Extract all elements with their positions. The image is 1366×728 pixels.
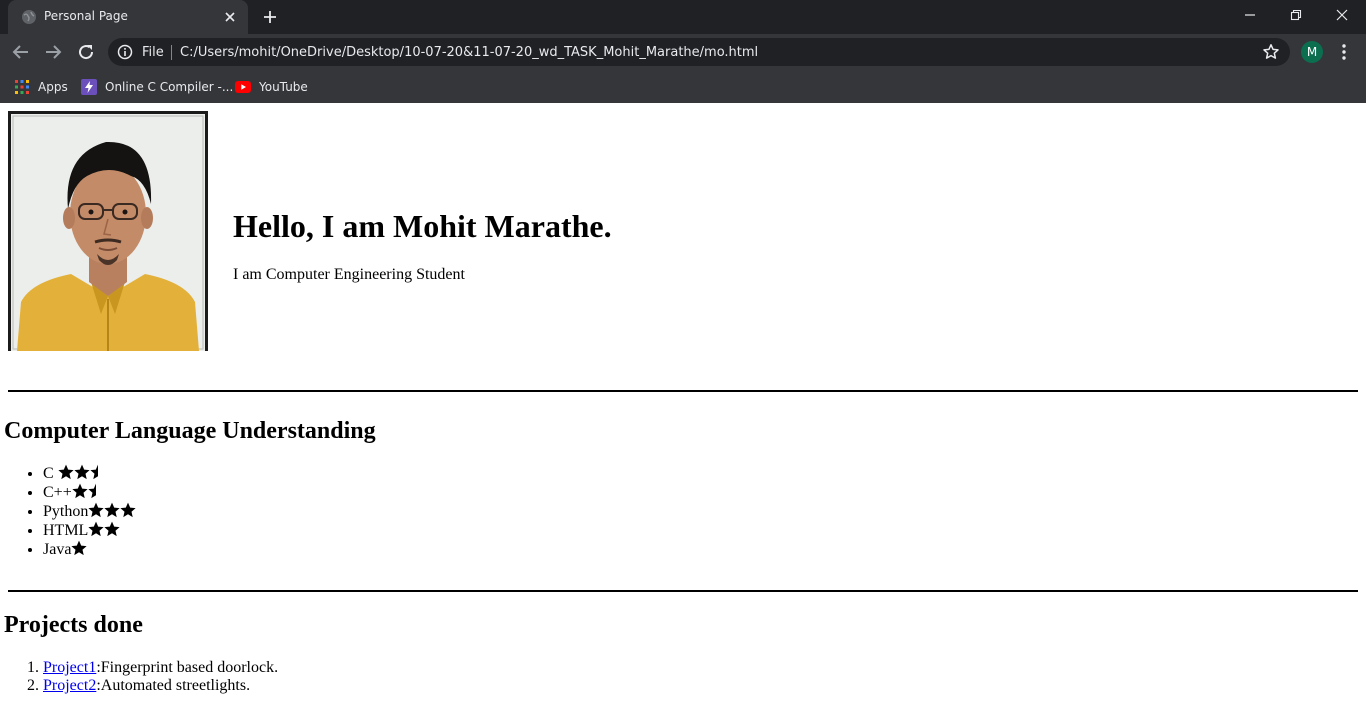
project-item: Project2:Automated streetlights. [43, 677, 278, 695]
compiler-bolt-icon [81, 79, 97, 95]
project-link[interactable]: Project2 [43, 677, 96, 694]
profile-photo [8, 111, 208, 351]
star-icon [88, 502, 104, 518]
bookmark-label: YouTube [259, 80, 308, 94]
projects-heading: Projects done [4, 612, 143, 638]
language-name: HTML [43, 522, 89, 539]
browser-tab[interactable]: Personal Page [8, 0, 248, 34]
bookmark-youtube[interactable]: YouTube [235, 76, 308, 98]
language-item: Java [43, 540, 136, 559]
projects-list: Project1:Fingerprint based doorlock.Proj… [43, 659, 278, 695]
star-icon [72, 483, 88, 499]
tab-title: Personal Page [44, 9, 128, 23]
language-name: Java [43, 541, 72, 558]
kebab-menu-icon[interactable] [1334, 41, 1354, 63]
star-icon [71, 540, 88, 556]
omnibox-divider [171, 45, 172, 60]
star-rating [58, 464, 106, 480]
star-icon [104, 502, 120, 518]
reload-icon[interactable] [73, 40, 99, 64]
profile-avatar[interactable]: M [1301, 41, 1323, 63]
language-item: HTML [43, 521, 136, 540]
forward-arrow-icon[interactable] [40, 40, 66, 64]
star-rating [71, 540, 88, 556]
new-tab-plus-icon[interactable] [258, 6, 282, 28]
bookmark-apps[interactable]: Apps [14, 76, 68, 98]
bookmark-label: Apps [38, 80, 68, 94]
star-rating [88, 521, 120, 537]
language-item: Python [43, 502, 136, 521]
section-divider [8, 390, 1358, 392]
hero-title: Hello, I am Mohit Marathe. [233, 208, 612, 244]
close-window-icon[interactable] [1319, 0, 1365, 30]
page-viewport: Hello, I am Mohit Marathe. I am Computer… [0, 103, 1366, 728]
section-divider [8, 590, 1358, 592]
tab-strip: Personal Page [0, 0, 1366, 34]
language-name: C++ [43, 484, 72, 501]
languages-heading: Computer Language Understanding [4, 418, 376, 444]
star-rating [72, 483, 104, 499]
star-icon [58, 464, 74, 480]
project-description: :Automated streetlights. [96, 677, 251, 694]
language-item: C [43, 464, 136, 483]
url-text[interactable]: C:/Users/mohit/OneDrive/Desktop/10-07-20… [180, 45, 758, 60]
apps-grid-icon [14, 79, 30, 95]
hero-subtitle: I am Computer Engineering Student [233, 266, 465, 283]
bookmark-label: Online C Compiler -... [105, 80, 234, 94]
url-scheme-label: File [142, 45, 164, 60]
star-icon [104, 521, 120, 537]
language-name: C [43, 465, 58, 482]
youtube-icon [235, 79, 251, 95]
half-star-icon [90, 464, 98, 480]
project-item: Project1:Fingerprint based doorlock. [43, 659, 278, 677]
star-icon [74, 464, 90, 480]
bookmarks-bar: Apps Online C Compiler -... YouTube [0, 71, 1366, 103]
browser-toolbar: File C:/Users/mohit/OneDrive/Desktop/10-… [0, 34, 1366, 71]
half-star-icon [88, 483, 96, 499]
globe-icon [22, 10, 36, 24]
bookmark-online-c-compiler[interactable]: Online C Compiler -... [81, 76, 233, 98]
project-link[interactable]: Project1 [43, 659, 96, 676]
site-info-icon[interactable] [117, 44, 133, 60]
language-name: Python [43, 503, 89, 520]
language-item: C++ [43, 483, 136, 502]
project-description: :Fingerprint based doorlock. [96, 659, 279, 676]
star-rating [88, 502, 136, 518]
star-icon [120, 502, 136, 518]
languages-list: C C++ Python HTML Java [43, 464, 136, 559]
star-icon [88, 521, 104, 537]
minimize-window-icon[interactable] [1227, 0, 1273, 30]
back-arrow-icon[interactable] [8, 40, 34, 64]
close-tab-icon[interactable] [221, 8, 239, 26]
bookmark-star-icon[interactable] [1262, 43, 1280, 61]
restore-window-icon[interactable] [1273, 0, 1319, 30]
address-bar[interactable]: File C:/Users/mohit/OneDrive/Desktop/10-… [108, 38, 1290, 66]
